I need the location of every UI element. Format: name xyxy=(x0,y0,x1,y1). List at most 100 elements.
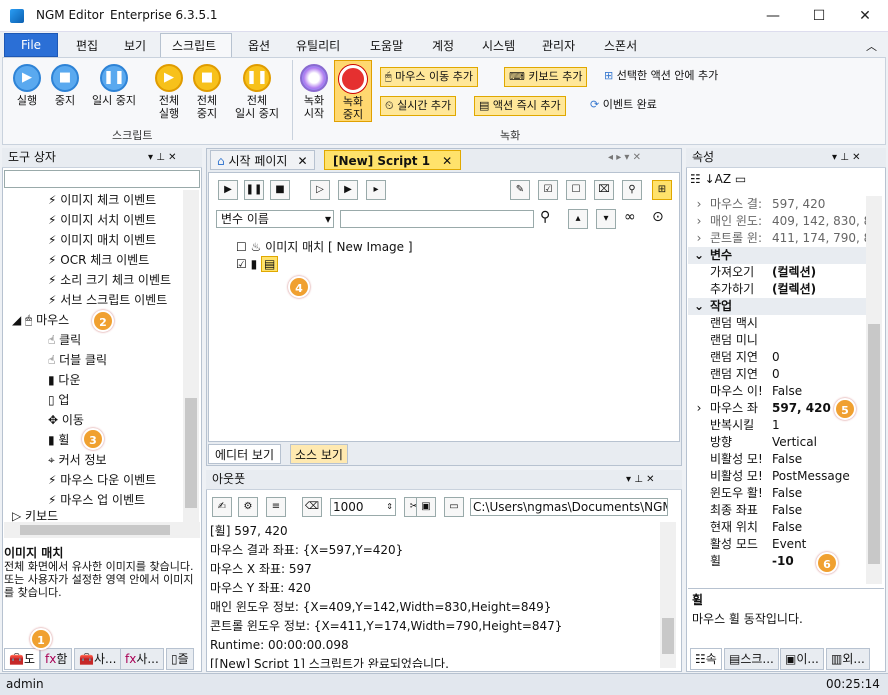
tree-item[interactable]: ⚡ 이미지 체크 이벤트 xyxy=(4,190,182,210)
infinity-icon[interactable]: ∞ xyxy=(624,209,636,225)
edit-icon[interactable]: ✎ xyxy=(510,180,530,200)
menu-account[interactable]: 계정 xyxy=(432,37,454,54)
eraser-icon[interactable]: ⌫ xyxy=(302,497,322,517)
tab-toolbox[interactable]: 🧰도 xyxy=(4,648,40,670)
menu-help[interactable]: 도움말 xyxy=(370,37,403,54)
prop-row[interactable]: 방향 Vertical xyxy=(688,434,866,451)
prop-category-action[interactable]: ⌄ 작업 xyxy=(688,298,866,315)
tree-item[interactable]: ⌖ 커서 정보 xyxy=(4,450,182,470)
prop-row[interactable]: 윈도우 활! False xyxy=(688,485,866,502)
prop-row[interactable]: 휠 -10 xyxy=(688,553,866,568)
tab-script-1[interactable]: [New] Script 1 ✕ xyxy=(324,150,462,170)
menu-system[interactable]: 시스템 xyxy=(482,37,515,54)
scrollbar-thumb[interactable] xyxy=(868,324,880,564)
menu-utility[interactable]: 유틸리티 xyxy=(296,37,340,54)
tab-properties[interactable]: ☷속 xyxy=(690,648,722,670)
close-button[interactable]: ✕ xyxy=(842,0,888,32)
step-icon[interactable]: ▶ xyxy=(338,180,358,200)
play-icon[interactable]: ▶ xyxy=(218,180,238,200)
add-in-selected-button[interactable]: ⊞ 선택한 액션 안에 추가 xyxy=(600,67,722,87)
tree-item[interactable]: ⚡ 서브 스크립트 이벤트 xyxy=(4,290,182,310)
search-icon[interactable]: ⚲ xyxy=(622,180,642,200)
run-all-button[interactable]: ▶ 전체 실행 xyxy=(152,64,186,120)
tab-user1[interactable]: 🧰사... xyxy=(74,648,122,670)
stop-all-button[interactable]: ■ 전체 중지 xyxy=(190,64,224,120)
prop-row[interactable]: 비활성 모! False xyxy=(688,451,866,468)
run-button[interactable]: ▶ 실행 xyxy=(10,64,44,107)
prop-row[interactable]: ›콘트롤 윈:411, 174, 790, 847 xyxy=(688,230,866,247)
panel-menu-icon[interactable]: ▾ ⊥ ✕ xyxy=(626,470,654,489)
add-immediate-button[interactable]: ▤ 액션 즉시 추가 xyxy=(474,96,566,116)
tree-item[interactable]: ▮ 다운 xyxy=(4,370,182,390)
categorized-icon[interactable]: ☷ xyxy=(690,172,705,186)
scrollbar-thumb[interactable] xyxy=(185,398,197,508)
checkbox-checked[interactable]: ☑ xyxy=(236,257,251,271)
tab-external[interactable]: ▥외... xyxy=(826,648,870,670)
tree-item[interactable]: ☝ 더블 클릭 xyxy=(4,350,182,370)
menu-script[interactable]: 스크립트 xyxy=(172,37,216,54)
prop-category-variable[interactable]: ⌄ 변수 xyxy=(688,247,866,264)
lines-icon[interactable]: ≡ xyxy=(266,497,286,517)
scrollbar-thumb[interactable] xyxy=(20,525,170,535)
stop-button[interactable]: ■ 중지 xyxy=(48,64,82,107)
tab-user2[interactable]: fx사... xyxy=(120,648,164,670)
delete-icon[interactable]: ⌧ xyxy=(594,180,614,200)
up-icon[interactable]: ▴ xyxy=(568,209,588,229)
prop-row[interactable]: 추가하기 (컬렉션) xyxy=(688,281,866,298)
prop-row[interactable]: 가져오기 (컬렉션) xyxy=(688,264,866,281)
prop-row[interactable]: 랜덤 맥시 xyxy=(688,315,866,332)
output-scrollbar[interactable] xyxy=(660,522,676,668)
tab-functions[interactable]: fx함 xyxy=(40,648,73,670)
settings-icon[interactable]: ⚙ xyxy=(238,497,258,517)
prop-row[interactable]: 마우스 이! False xyxy=(688,383,866,400)
tree-item[interactable]: ☝ 클릭 xyxy=(4,330,182,350)
record-stop-button[interactable]: 녹화 중지 xyxy=(334,60,372,122)
toolbox-search-input[interactable] xyxy=(4,170,200,188)
pause-button[interactable]: ❚❚ 일시 중지 xyxy=(86,64,142,107)
close-tab-icon[interactable]: ✕ xyxy=(297,154,307,168)
menu-sponsor[interactable]: 스폰서 xyxy=(604,37,637,54)
tree-item[interactable]: ⚡ 이미지 서치 이벤트 xyxy=(4,210,182,230)
prop-row[interactable]: 최종 좌표 False xyxy=(688,502,866,519)
props-scrollbar[interactable] xyxy=(866,196,882,584)
tree-item[interactable]: ⚡ 마우스 업 이벤트 xyxy=(4,490,182,510)
tab-images[interactable]: ▣이... xyxy=(780,648,824,670)
pause-all-button[interactable]: ❚❚ 전체 일시 중지 xyxy=(228,64,286,120)
clear-icon[interactable]: ✍ xyxy=(212,497,232,517)
toolbox-scrollbar[interactable] xyxy=(183,190,199,522)
tree-view-icon[interactable]: ⊞ xyxy=(652,180,672,200)
tab-favorites[interactable]: ▯즐 xyxy=(166,648,194,670)
check-icon[interactable]: ☑ xyxy=(538,180,558,200)
add-mouse-move-button[interactable]: 🖱 마우스 이동 추가 xyxy=(380,67,478,87)
record-start-button[interactable]: 녹화 시작 xyxy=(298,64,330,120)
scrollbar-thumb[interactable] xyxy=(662,618,674,654)
prop-row[interactable]: 비활성 모! PostMessage xyxy=(688,468,866,485)
sort-az-icon[interactable]: ↓AZ xyxy=(705,172,735,186)
prop-row[interactable]: 활성 모드 Event xyxy=(688,536,866,553)
prop-row[interactable]: 랜덤 미니 xyxy=(688,332,866,349)
search-icon[interactable]: ⚲ xyxy=(540,209,550,225)
menu-options[interactable]: 옵션 xyxy=(248,37,270,54)
speed-stepper[interactable]: 1000 ⇕ xyxy=(330,498,396,516)
prop-row[interactable]: ›매인 윈도:409, 142, 830, 849 xyxy=(688,213,866,230)
tab-start-page[interactable]: ⌂ 시작 페이지 ✕ xyxy=(210,150,315,170)
prop-row[interactable]: 랜덤 지연 0 xyxy=(688,349,866,366)
minimize-button[interactable]: — xyxy=(750,0,796,32)
menu-edit[interactable]: 편집 xyxy=(76,37,98,54)
prop-row[interactable]: 반복시킬 1 xyxy=(688,417,866,434)
folder-icon[interactable]: ▭ xyxy=(444,497,464,517)
action-wheel[interactable]: ☑ ▮ ▤ xyxy=(236,256,279,272)
panel-menu-icon[interactable]: ▾ ⊥ ✕ xyxy=(832,148,860,167)
wheel-action-icon[interactable]: ▤ xyxy=(261,256,279,272)
property-page-icon[interactable]: ▭ xyxy=(735,172,746,186)
menu-file[interactable]: File xyxy=(4,33,58,57)
check-outline-icon[interactable]: ☐ xyxy=(566,180,586,200)
tree-item[interactable]: ▯ 업 xyxy=(4,390,182,410)
more-icon[interactable]: ⊙ xyxy=(652,209,664,225)
variable-select[interactable]: 변수 이름 ▾ xyxy=(216,210,334,228)
tab-scripts[interactable]: ▤스크... xyxy=(724,648,779,670)
checkbox-unchecked[interactable]: ☐ xyxy=(236,240,251,254)
tree-item[interactable]: ✥ 이동 xyxy=(4,410,182,430)
pause-icon[interactable]: ❚❚ xyxy=(244,180,264,200)
tab-editor-view[interactable]: 에디터 보기 xyxy=(208,444,282,464)
